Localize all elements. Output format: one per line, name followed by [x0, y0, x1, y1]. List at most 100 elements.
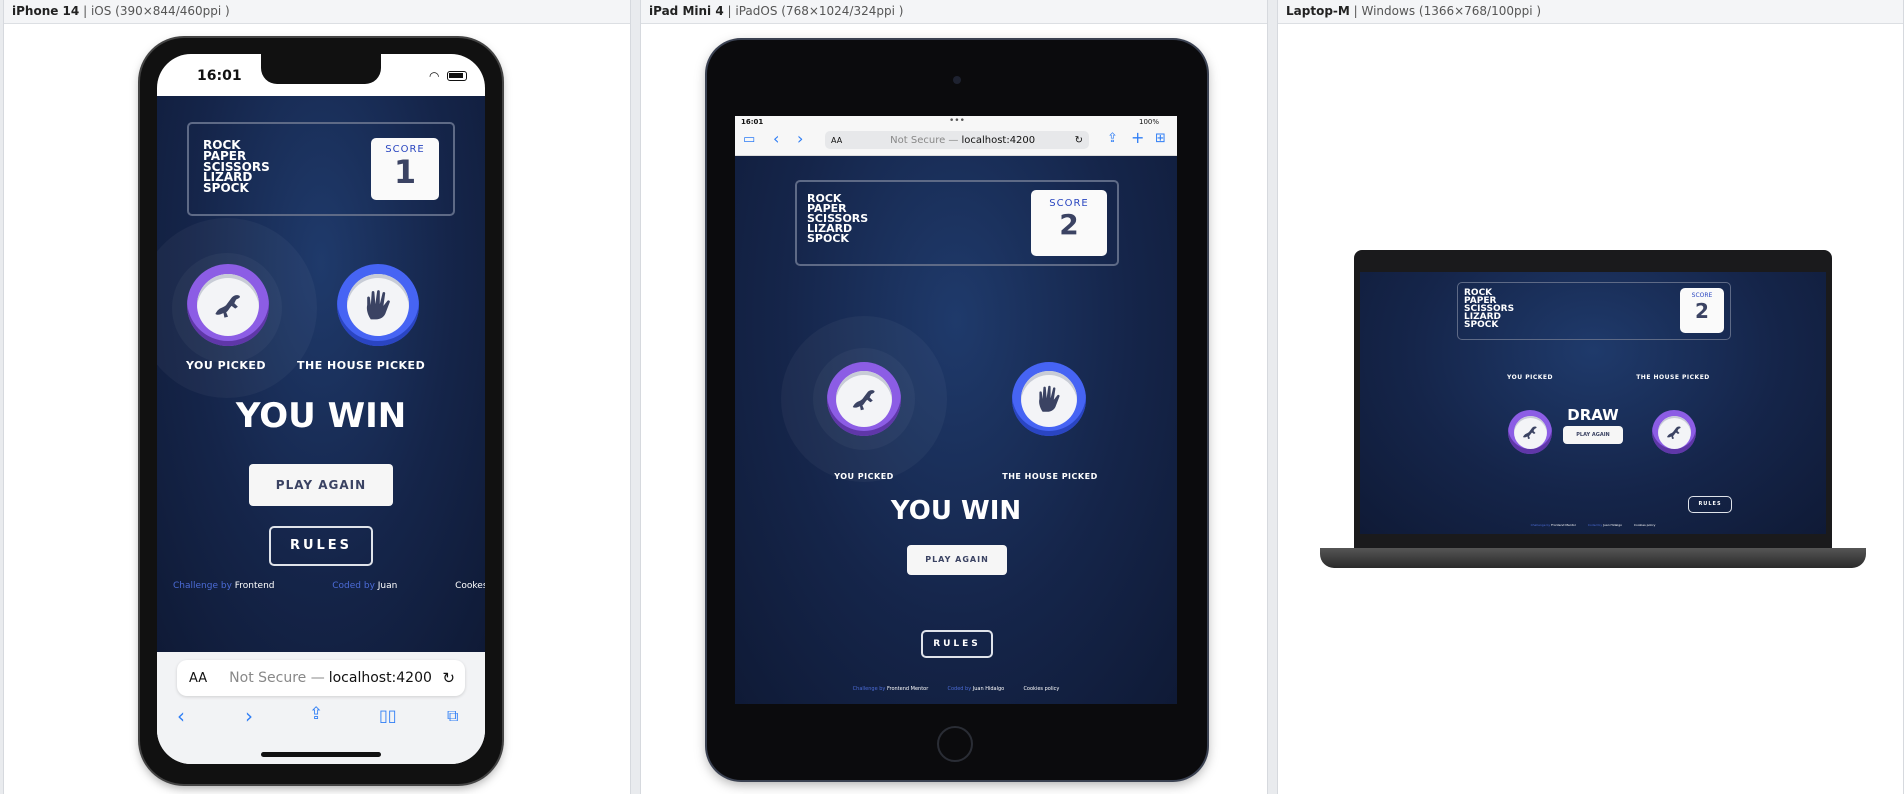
device-panel-ipad: iPad Mini 4 | iPadOS (768×1024/324ppi ) …: [640, 0, 1268, 794]
safari-toolbar: AA Not Secure — localhost:4200 ↻ ‹ › ⇪ ▯…: [157, 652, 485, 764]
play-again-button[interactable]: PLAY AGAIN: [1563, 426, 1623, 444]
spock-icon: [366, 290, 390, 320]
score-box: SCORE 2: [1680, 288, 1724, 333]
battery-level: 100%: [1139, 118, 1160, 126]
you-picked-token: [827, 362, 901, 436]
game-title: ROCK PAPER SCISSORS LIZARD SPOCK: [807, 193, 868, 245]
reader-aa-button[interactable]: AA: [189, 671, 207, 686]
laptop-lid: ROCK PAPER SCISSORS LIZARD SPOCK SCORE 2…: [1354, 250, 1832, 548]
score-value: 2: [1059, 208, 1079, 241]
footer-challenge-link[interactable]: Frontend Mentor: [887, 686, 928, 692]
url-bar[interactable]: AA Not Secure — localhost:4200 ↻: [177, 660, 465, 696]
iphone-screen: 16:01 ◠ ROCK PAPER SCISSORS LIZARD SPOCK…: [157, 54, 485, 764]
bookmarks-icon[interactable]: ▯▯: [379, 708, 397, 724]
house-picked-label: THE HOUSE PICKED: [1636, 374, 1710, 381]
new-tab-icon[interactable]: +: [1131, 130, 1144, 146]
game-screen: ROCK PAPER SCISSORS LIZARD SPOCK SCORE 1: [157, 96, 485, 652]
device-panel-header: Laptop-M | Windows (1366×768/100ppi ): [1278, 0, 1903, 24]
device-panel-iphone: iPhone 14 | iOS (390×844/460ppi ) 16:01 …: [3, 0, 631, 794]
score-label: SCORE: [1691, 292, 1713, 299]
game-header: ROCK PAPER SCISSORS LIZARD SPOCK SCORE 2: [1457, 282, 1731, 340]
device-spec: | iOS (390×844/460ppi ): [79, 4, 230, 18]
url-host: localhost:4200: [961, 134, 1036, 146]
device-name: iPad Mini 4: [649, 4, 724, 18]
title-line-spock: SPOCK: [1464, 320, 1499, 331]
footer: Challenge by Frontend Coded by Juan Cook…: [173, 581, 485, 591]
reload-icon[interactable]: ↻: [1075, 135, 1083, 146]
footer-cookies-link[interactable]: Cookies policy: [1023, 686, 1059, 692]
footer: Challenge by Frontend Mentor Coded by Ju…: [735, 686, 1177, 692]
status-time: 16:01: [197, 68, 242, 84]
score-value: 2: [1695, 299, 1709, 323]
play-again-button[interactable]: PLAY AGAIN: [907, 545, 1007, 575]
device-spec: | iPadOS (768×1024/324ppi ): [723, 4, 904, 18]
you-picked-label: YOU PICKED: [185, 359, 267, 372]
rules-button[interactable]: RULES: [269, 526, 373, 566]
ipad-frame: 16:01 ••• 100% ▭ ‹ › AA Not Secure — loc…: [707, 40, 1207, 780]
footer-cookies-link[interactable]: Cookies policy: [1634, 523, 1656, 527]
home-indicator: [261, 752, 381, 757]
device-panel-laptop: Laptop-M | Windows (1366×768/100ppi ) RO…: [1277, 0, 1904, 794]
you-picked-label: YOU PICKED: [1507, 374, 1553, 381]
game-header: ROCK PAPER SCISSORS LIZARD SPOCK SCORE 2: [795, 180, 1119, 266]
footer: Challenge by Frontend Mentor Coded by Ju…: [1360, 523, 1826, 527]
footer-coded-label: Coded by: [332, 581, 375, 591]
footer-coder-link[interactable]: Juan: [378, 581, 398, 591]
game-title: ROCK PAPER SCISSORS LIZARD SPOCK: [203, 139, 270, 194]
you-picked-label: YOU PICKED: [834, 472, 894, 481]
ipad-screen: 16:01 ••• 100% ▭ ‹ › AA Not Secure — loc…: [735, 116, 1177, 704]
lizard-icon: [852, 390, 875, 411]
url-host: localhost:4200: [328, 670, 432, 686]
game-screen: ROCK PAPER SCISSORS LIZARD SPOCK SCORE 2: [735, 156, 1177, 704]
title-line-spock: SPOCK: [807, 231, 849, 245]
reload-icon[interactable]: ↻: [442, 669, 455, 687]
footer-challenge-link[interactable]: Frontend: [235, 581, 275, 591]
footer-challenge-label: Challenge by: [173, 581, 232, 591]
footer-challenge-link[interactable]: Frontend Mentor: [1551, 523, 1576, 527]
device-name: Laptop-M: [1286, 4, 1350, 18]
forward-icon[interactable]: ›: [797, 131, 803, 147]
device-name: iPhone 14: [12, 4, 80, 18]
score-value: 1: [393, 153, 417, 191]
url-not-secure: Not Secure —: [890, 134, 959, 146]
footer-coder-link[interactable]: Juan Hidalgo: [1603, 523, 1622, 527]
share-icon[interactable]: ⇪: [309, 706, 323, 723]
front-camera: [953, 76, 961, 84]
back-icon[interactable]: ‹: [773, 131, 779, 147]
house-picked-label: THE HOUSE PICKED: [1002, 472, 1098, 481]
back-icon[interactable]: ‹: [177, 706, 185, 726]
play-again-button[interactable]: PLAY AGAIN: [249, 464, 393, 506]
score-box: SCORE 2: [1031, 190, 1107, 256]
rules-button[interactable]: RULES: [1688, 496, 1732, 513]
iphone-frame: 16:01 ◠ ROCK PAPER SCISSORS LIZARD SPOCK…: [140, 38, 502, 784]
footer-cookies-link[interactable]: Cookes: [455, 581, 485, 591]
reader-aa-button[interactable]: AA: [831, 136, 842, 145]
status-time: 16:01: [741, 118, 764, 126]
lizard-icon: [1667, 426, 1681, 439]
share-icon[interactable]: ⇪: [1107, 132, 1118, 145]
tabs-icon[interactable]: ⊞: [1155, 132, 1166, 145]
rules-button[interactable]: RULES: [921, 630, 993, 658]
lizard-icon: [1523, 426, 1537, 439]
device-panel-header: iPad Mini 4 | iPadOS (768×1024/324ppi ): [641, 0, 1267, 24]
score-box: SCORE 1: [371, 138, 439, 200]
status-dots: •••: [949, 116, 965, 126]
device-panel-header: iPhone 14 | iOS (390×844/460ppi ): [4, 0, 630, 24]
home-button[interactable]: [937, 726, 973, 762]
footer-coder-link[interactable]: Juan Hidalgo: [973, 686, 1004, 692]
spock-icon: [1039, 385, 1060, 412]
forward-icon[interactable]: ›: [245, 706, 253, 726]
iphone-notch: [261, 54, 381, 84]
sidebar-icon[interactable]: ▭: [743, 133, 755, 146]
footer-challenge-label: Challenge by: [1530, 523, 1551, 527]
url-not-secure: Not Secure —: [229, 670, 325, 686]
ipad-browser-bar: 16:01 ••• 100% ▭ ‹ › AA Not Secure — loc…: [735, 116, 1177, 156]
device-spec: | Windows (1366×768/100ppi ): [1349, 4, 1542, 18]
tabs-icon[interactable]: ⧉: [447, 708, 458, 724]
game-screen: ROCK PAPER SCISSORS LIZARD SPOCK SCORE 2…: [1360, 272, 1826, 534]
result-text: DRAW: [1567, 406, 1619, 424]
footer-coded-label: Coded by: [947, 686, 972, 692]
lizard-icon: [215, 295, 240, 318]
url-bar[interactable]: AA Not Secure — localhost:4200 ↻: [825, 131, 1089, 149]
house-picked-token: [1652, 410, 1696, 454]
